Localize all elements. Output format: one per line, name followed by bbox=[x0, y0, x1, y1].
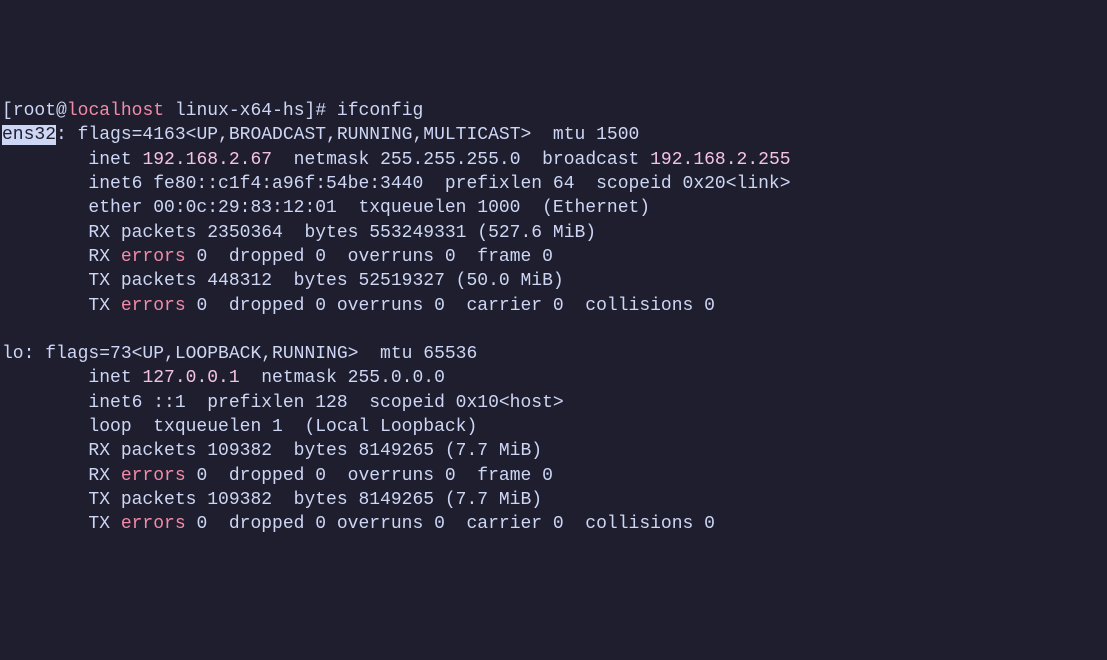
iface1-tx-err-pre: TX bbox=[2, 296, 121, 316]
iface1-tx-packets: TX packets 448312 bytes 52519327 (50.0 M… bbox=[2, 269, 1105, 293]
iface1-rx-err-word: errors bbox=[121, 247, 186, 267]
iface1-tx-err-word: errors bbox=[121, 296, 186, 316]
prompt-at: @ bbox=[56, 101, 67, 121]
iface2-inet-post: netmask 255.0.0.0 bbox=[240, 368, 445, 388]
iface1-name: ens32 bbox=[2, 125, 56, 145]
iface1-flags: : flags=4163<UP,BROADCAST,RUNNING,MULTIC… bbox=[56, 125, 639, 145]
terminal-output: [root@localhost linux-x64-hs]# ifconfige… bbox=[2, 99, 1105, 536]
iface2-rx-err-post: 0 dropped 0 overruns 0 frame 0 bbox=[186, 466, 553, 486]
iface1-rx-errors: RX errors 0 dropped 0 overruns 0 frame 0 bbox=[2, 245, 1105, 269]
iface1-inet: inet 192.168.2.67 netmask 255.255.255.0 … bbox=[2, 148, 1105, 172]
iface2-inet6: inet6 ::1 prefixlen 128 scopeid 0x10<hos… bbox=[2, 391, 1105, 415]
iface2-rx-err-word: errors bbox=[121, 466, 186, 486]
iface1-header: ens32: flags=4163<UP,BROADCAST,RUNNING,M… bbox=[2, 123, 1105, 147]
iface1-inet6: inet6 fe80::c1f4:a96f:54be:3440 prefixle… bbox=[2, 172, 1105, 196]
iface1-tx-errors: TX errors 0 dropped 0 overruns 0 carrier… bbox=[2, 294, 1105, 318]
iface2-rx-packets: RX packets 109382 bytes 8149265 (7.7 MiB… bbox=[2, 439, 1105, 463]
prompt-hash: # bbox=[315, 101, 337, 121]
iface1-inet-bcast: 192.168.2.255 bbox=[650, 150, 790, 170]
iface1-rx-packets: RX packets 2350364 bytes 553249331 (527.… bbox=[2, 221, 1105, 245]
prompt-user: root bbox=[13, 101, 56, 121]
iface2-tx-err-word: errors bbox=[121, 514, 186, 534]
iface1-inet-prefix: inet bbox=[2, 150, 142, 170]
prompt-open-bracket: [ bbox=[2, 101, 13, 121]
prompt-host: localhost bbox=[67, 101, 164, 121]
iface2-tx-err-pre: TX bbox=[2, 514, 121, 534]
iface1-inet-mid: netmask 255.255.255.0 broadcast bbox=[272, 150, 650, 170]
iface2-tx-packets: TX packets 109382 bytes 8149265 (7.7 MiB… bbox=[2, 488, 1105, 512]
iface1-tx-err-post: 0 dropped 0 overruns 0 carrier 0 collisi… bbox=[186, 296, 715, 316]
prompt-close-bracket: ] bbox=[305, 101, 316, 121]
iface2-header: lo: flags=73<UP,LOOPBACK,RUNNING> mtu 65… bbox=[2, 342, 1105, 366]
command: ifconfig bbox=[337, 101, 423, 121]
blank-line bbox=[2, 318, 1105, 342]
iface1-inet-addr: 192.168.2.67 bbox=[142, 150, 272, 170]
iface2-inet-addr: 127.0.0.1 bbox=[142, 368, 239, 388]
iface2-inet-prefix: inet bbox=[2, 368, 142, 388]
iface1-ether: ether 00:0c:29:83:12:01 txqueuelen 1000 … bbox=[2, 196, 1105, 220]
iface2-loop: loop txqueuelen 1 (Local Loopback) bbox=[2, 415, 1105, 439]
prompt-line[interactable]: [root@localhost linux-x64-hs]# ifconfig bbox=[2, 99, 1105, 123]
iface2-inet: inet 127.0.0.1 netmask 255.0.0.0 bbox=[2, 366, 1105, 390]
iface1-rx-err-post: 0 dropped 0 overruns 0 frame 0 bbox=[186, 247, 553, 267]
iface1-rx-err-pre: RX bbox=[2, 247, 121, 267]
iface2-tx-errors: TX errors 0 dropped 0 overruns 0 carrier… bbox=[2, 512, 1105, 536]
prompt-path: linux-x64-hs bbox=[175, 101, 305, 121]
iface2-rx-err-pre: RX bbox=[2, 466, 121, 486]
iface2-rx-errors: RX errors 0 dropped 0 overruns 0 frame 0 bbox=[2, 464, 1105, 488]
prompt-space bbox=[164, 101, 175, 121]
iface2-tx-err-post: 0 dropped 0 overruns 0 carrier 0 collisi… bbox=[186, 514, 715, 534]
